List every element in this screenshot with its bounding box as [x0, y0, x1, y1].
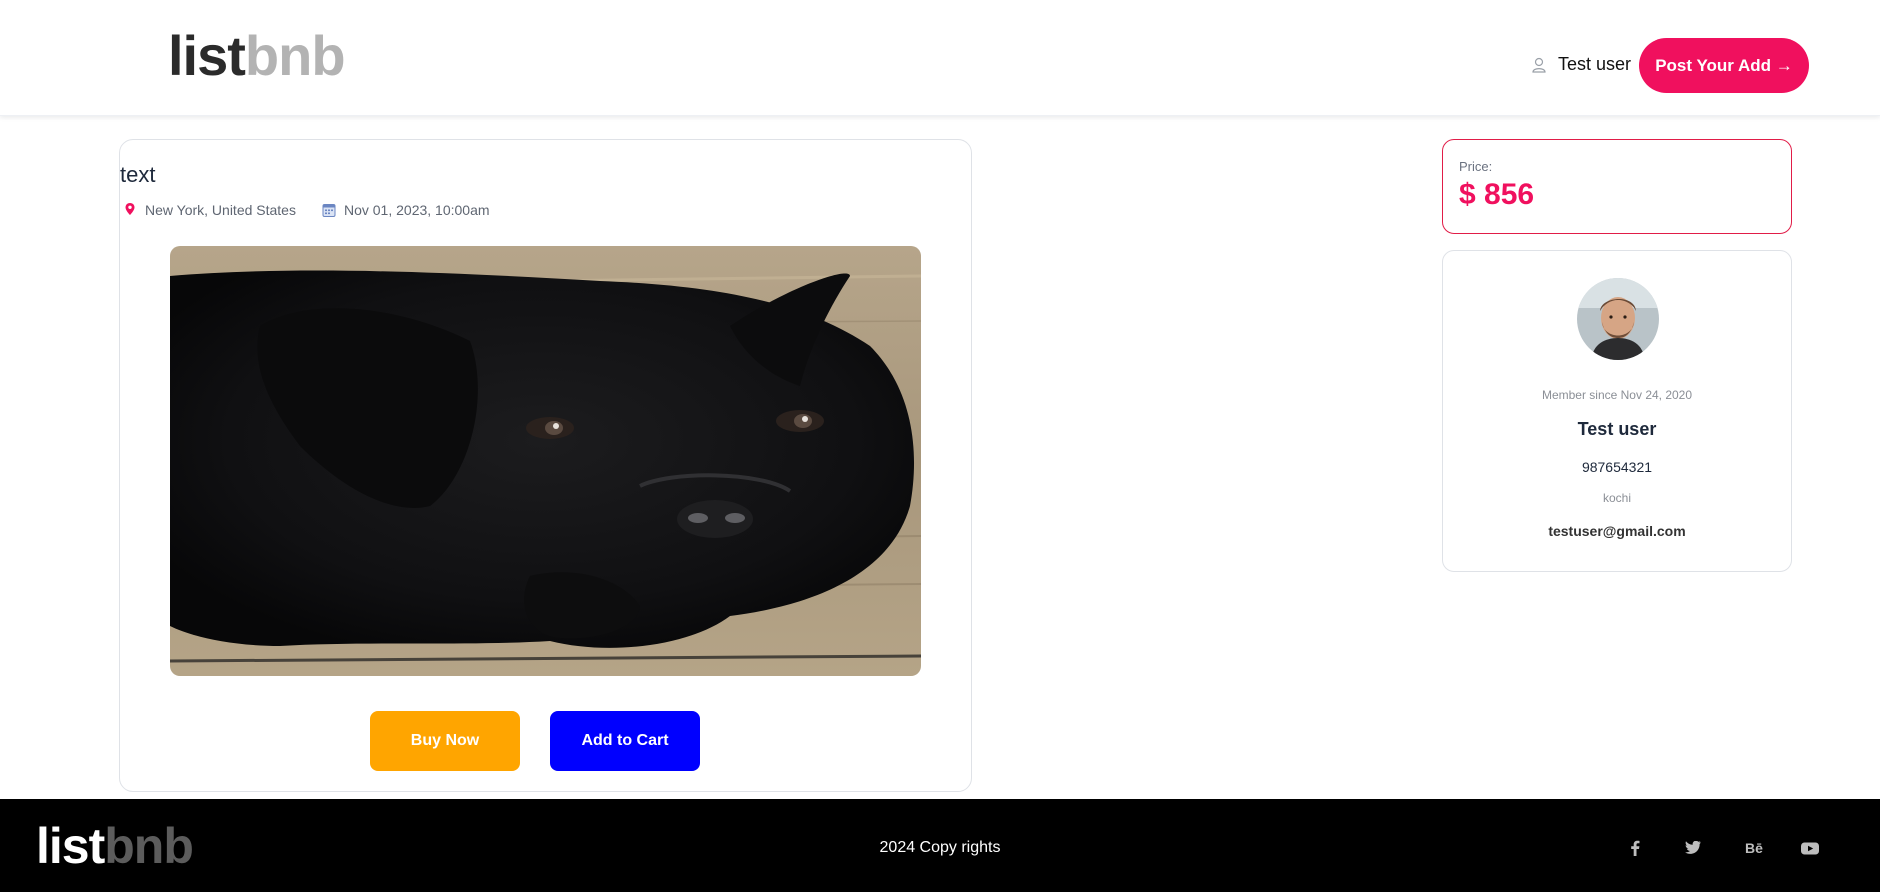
user-icon	[1532, 57, 1546, 73]
price-label: Price:	[1459, 159, 1493, 174]
facebook-icon[interactable]	[1628, 837, 1642, 859]
price-card: Price: $ 856	[1442, 139, 1792, 234]
seller-city: kochi	[1602, 491, 1631, 505]
copyright-text: 2024 Copy rights	[879, 839, 1001, 856]
seller-email[interactable]: testuser@gmail.com	[1443, 523, 1791, 539]
listing-card: text New York, United States Nov 01, 202…	[119, 139, 972, 792]
site-footer: listbnb 2024 Copy rights Bē	[0, 799, 1880, 892]
calendar-icon	[322, 204, 336, 217]
price-value: $ 856	[1459, 178, 1535, 211]
post-ad-button[interactable]: Post Your Add →	[1639, 38, 1809, 93]
twitter-icon[interactable]	[1684, 837, 1702, 859]
add-to-cart-button[interactable]: Add to Cart	[550, 711, 700, 771]
listing-meta: New York, United States Nov 01, 2023, 10…	[123, 202, 490, 218]
site-header: listbnb Test user Post Your Add →	[0, 0, 1880, 116]
behance-icon[interactable]: Bē	[1742, 837, 1766, 859]
seller-avatar[interactable]	[1577, 278, 1659, 360]
buy-now-button[interactable]: Buy Now	[370, 711, 520, 771]
dog-photo	[170, 246, 921, 676]
listing-date: Nov 01, 2023, 10:00am	[343, 202, 490, 218]
seller-name: Test user	[1577, 419, 1657, 439]
listing-title: text	[120, 162, 156, 187]
user-menu[interactable]: Test user	[1530, 54, 1631, 75]
listing-location: New York, United States	[145, 202, 296, 218]
seller-card: Member since Nov 24, 2020 Test user 9876…	[1442, 250, 1792, 572]
user-name: Test user	[1558, 54, 1632, 74]
member-since: Member since Nov 24, 2020	[1541, 388, 1693, 402]
youtube-icon[interactable]	[1800, 837, 1820, 859]
social-links: Bē	[1620, 837, 1840, 861]
seller-phone[interactable]: 987654321	[1443, 459, 1791, 475]
logo-part-bnb: bnb	[244, 24, 346, 87]
map-pin-icon	[125, 203, 135, 215]
site-logo[interactable]: listbnb	[168, 24, 346, 87]
avatar-photo	[1577, 278, 1659, 360]
listing-photo[interactable]	[170, 246, 921, 676]
logo-part-list: list	[168, 24, 246, 87]
